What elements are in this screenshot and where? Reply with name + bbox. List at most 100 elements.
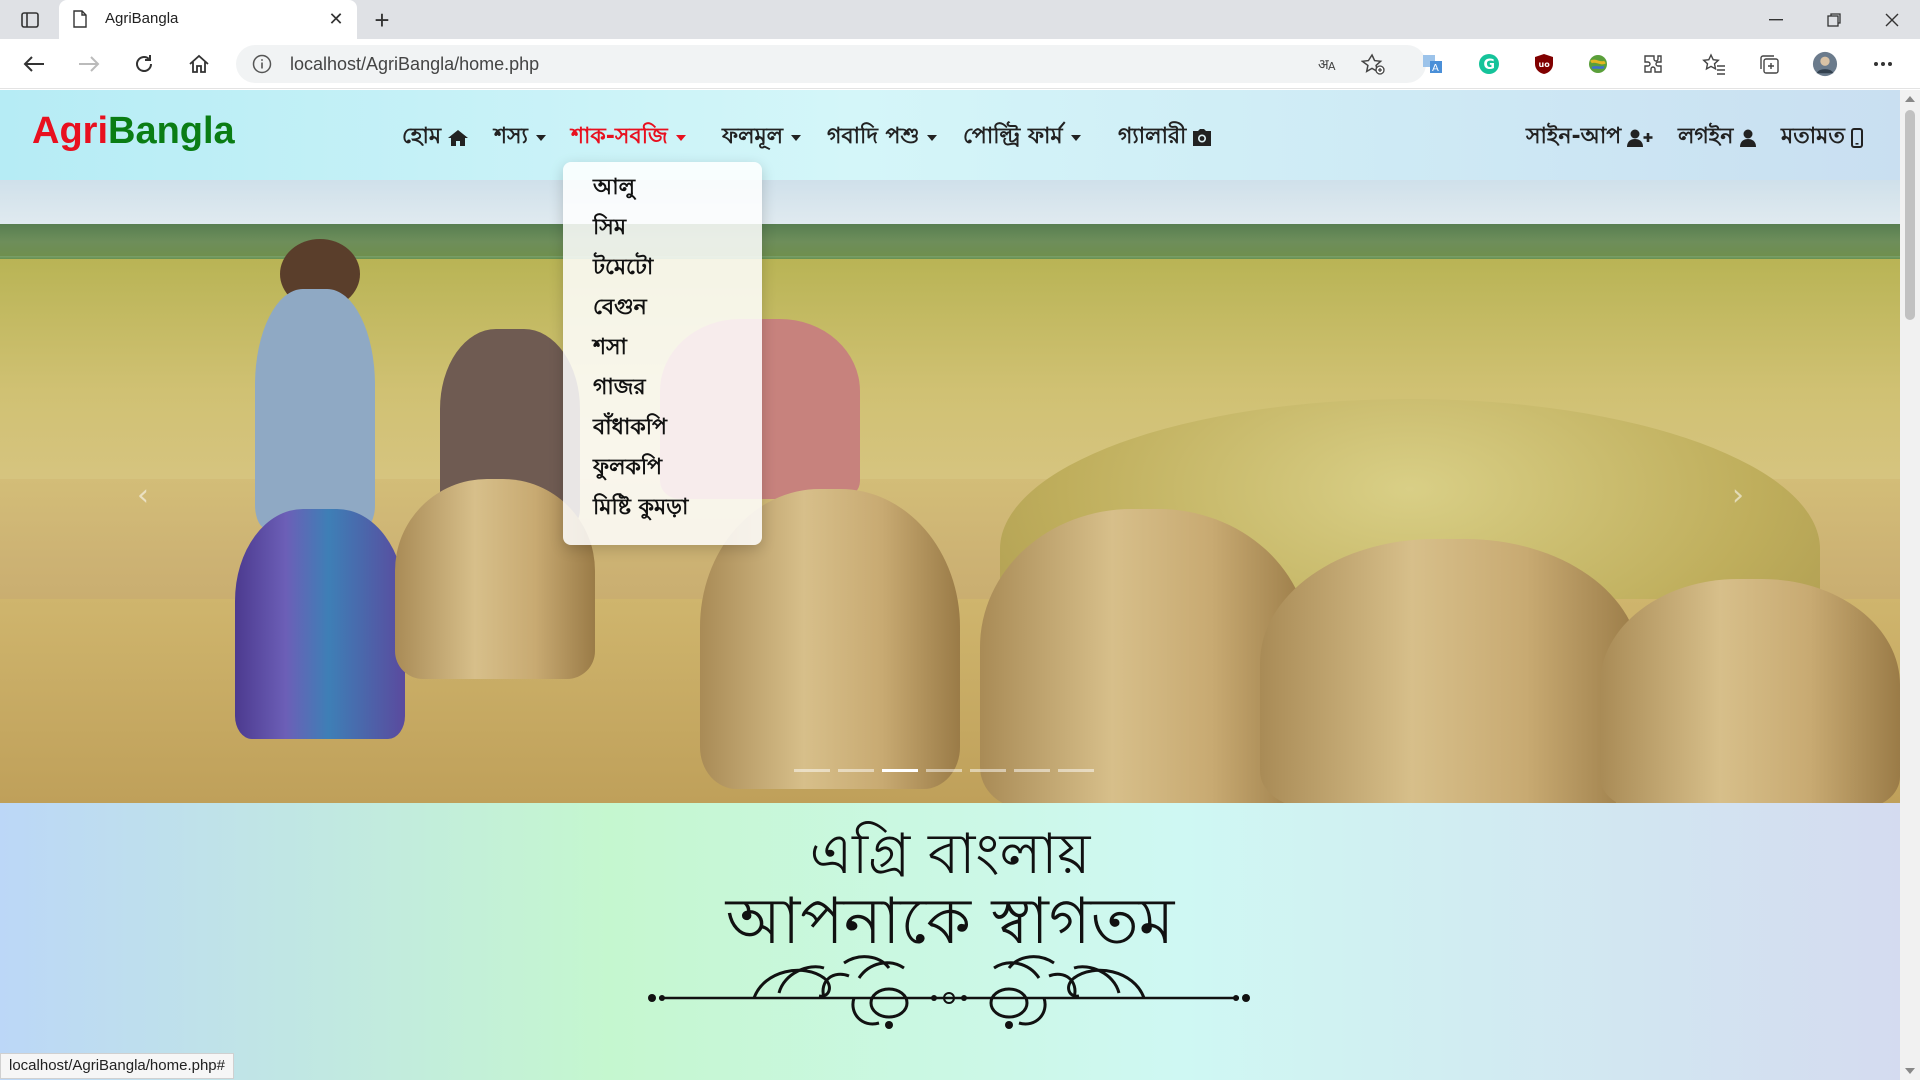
collections-icon[interactable]	[1756, 51, 1782, 77]
new-tab-button[interactable]: +	[368, 5, 396, 35]
nav-poultry[interactable]: পোল্ট্রি ফার্ম	[963, 119, 1081, 156]
user-icon	[1740, 129, 1757, 147]
dropdown-item[interactable]: গাজর	[563, 368, 762, 408]
nav-home[interactable]: হোম	[402, 119, 469, 156]
hero-treeline	[0, 224, 1900, 256]
brand-bangla: Bangla	[108, 110, 235, 152]
svg-text:A: A	[1328, 60, 1336, 73]
nav-vegetables[interactable]: শাক-সবজি	[571, 119, 686, 156]
nav-gallery[interactable]: গ্যালারী	[1118, 119, 1212, 156]
nav-crops-label: শস্য	[494, 124, 528, 149]
hero-sack	[1600, 579, 1900, 803]
scroll-down-icon[interactable]	[1905, 1068, 1915, 1074]
scrollbar-thumb[interactable]	[1905, 110, 1915, 320]
decorative-divider-icon	[648, 955, 1250, 1029]
carousel-indicator[interactable]	[926, 769, 962, 772]
dropdown-item[interactable]: ফুলকপি	[563, 448, 762, 488]
nav-login-label: লগইন	[1678, 124, 1734, 149]
ublock-icon[interactable]: uo	[1531, 51, 1557, 77]
home-icon[interactable]	[185, 50, 213, 78]
dropdown-item[interactable]: বাঁধাকপি	[563, 408, 762, 448]
camera-icon	[1193, 129, 1212, 146]
refresh-icon[interactable]	[130, 50, 158, 78]
mobile-phone-icon	[1850, 127, 1863, 148]
browser-tab[interactable]: AgriBangla ✕	[59, 0, 357, 39]
carousel-indicator[interactable]	[794, 769, 830, 772]
dropdown-item[interactable]: শসা	[563, 328, 762, 368]
translate-icon[interactable]: A	[1420, 51, 1446, 77]
tab-close-icon[interactable]: ✕	[325, 8, 347, 30]
dropdown-item[interactable]: সিম	[563, 208, 762, 248]
carousel-next-icon[interactable]: ›	[1725, 478, 1751, 513]
minimize-icon[interactable]	[1756, 6, 1796, 34]
read-aloud-icon[interactable]: अA	[1316, 53, 1340, 75]
link-status-bar: localhost/AgriBangla/home.php#	[0, 1053, 234, 1079]
nav-home-label: হোম	[402, 124, 442, 149]
chevron-down-icon	[675, 134, 686, 141]
nav-signup-label: সাইন-আপ	[1526, 124, 1622, 149]
svg-text:uo: uo	[1539, 60, 1551, 69]
hero-carousel: ‹ ›	[0, 179, 1900, 803]
carousel-prev-icon[interactable]: ‹	[130, 478, 156, 513]
nav-livestock-label: গবাদি পশু	[827, 124, 920, 149]
nav-vegetables-label: শাক-সবজি	[571, 124, 668, 149]
more-options-icon[interactable]	[1870, 51, 1896, 77]
extension-globe-icon[interactable]	[1585, 51, 1611, 77]
carousel-indicator[interactable]	[838, 769, 874, 772]
site-logo[interactable]: AgriBangla	[32, 110, 235, 153]
chevron-down-icon	[535, 134, 546, 141]
forward-icon[interactable]	[75, 50, 103, 78]
nav-feedback-label: মতামত	[1781, 124, 1845, 149]
browser-tab-bar: AgriBangla ✕ +	[0, 0, 1920, 39]
page-viewport: ‹ › AgriBangla হোম শস্য শাক-সবজি ফলমূল গ…	[0, 90, 1900, 1080]
nav-login[interactable]: লগইন	[1678, 119, 1757, 156]
welcome-section: এগ্রি বাংলায় আপনাকে স্বাগতম	[0, 803, 1900, 1080]
hero-farmer-1-lungi	[235, 509, 405, 739]
carousel-indicator[interactable]	[882, 769, 918, 772]
hero-farmer-1	[255, 289, 375, 529]
carousel-indicator[interactable]	[970, 769, 1006, 772]
svg-text:A: A	[1432, 63, 1439, 74]
nav-feedback[interactable]: মতামত	[1781, 119, 1863, 156]
tab-actions-icon[interactable]	[16, 8, 44, 32]
scroll-up-icon[interactable]	[1905, 96, 1915, 102]
nav-livestock[interactable]: গবাদি পশু	[827, 119, 938, 156]
close-window-icon[interactable]	[1872, 6, 1912, 34]
dropdown-item[interactable]: আলু	[563, 168, 762, 208]
nav-gallery-label: গ্যালারী	[1118, 124, 1187, 149]
url-text[interactable]: localhost/AgriBangla/home.php	[290, 54, 539, 75]
tab-title: AgriBangla	[105, 10, 179, 27]
nav-fruits[interactable]: ফলমূল	[722, 119, 802, 156]
favorite-add-icon[interactable]	[1361, 53, 1385, 75]
site-info-icon[interactable]	[252, 54, 272, 78]
chevron-down-icon	[927, 134, 938, 141]
grammarly-icon[interactable]: G	[1476, 51, 1502, 77]
brand-agri: Agri	[32, 110, 108, 152]
dropdown-item[interactable]: বেগুন	[563, 288, 762, 328]
dropdown-item[interactable]: টমেটো	[563, 248, 762, 288]
address-bar[interactable]: localhost/AgriBangla/home.php अA	[236, 45, 1426, 83]
carousel-indicator[interactable]	[1014, 769, 1050, 772]
house-icon	[448, 129, 469, 146]
nav-poultry-label: পোল্ট্রি ফার্ম	[963, 124, 1063, 149]
svg-text:G: G	[1484, 57, 1496, 73]
user-plus-icon	[1627, 129, 1653, 147]
dropdown-item[interactable]: মিষ্টি কুমড়া	[563, 488, 762, 528]
carousel-indicator[interactable]	[1058, 769, 1094, 772]
chevron-down-icon	[1070, 134, 1081, 141]
carousel-indicators	[794, 769, 1094, 772]
profile-avatar[interactable]	[1812, 51, 1838, 77]
favorites-icon[interactable]	[1701, 51, 1727, 77]
vegetables-dropdown-menu: আলু সিম টমেটো বেগুন শসা গাজর বাঁধাকপি ফুলকপি মিষ…	[563, 162, 762, 545]
site-navbar: AgriBangla হোম শস্য শাক-সবজি ফলমূল গবাদি…	[0, 90, 1900, 180]
nav-crops[interactable]: শস্য	[494, 119, 546, 156]
extensions-icon[interactable]	[1640, 51, 1666, 77]
nav-signup[interactable]: সাইন-আপ	[1526, 119, 1653, 156]
restore-icon[interactable]	[1814, 6, 1854, 34]
chevron-down-icon	[791, 134, 802, 141]
page-icon	[73, 10, 87, 32]
browser-toolbar: localhost/AgriBangla/home.php अA A G uo	[0, 39, 1920, 89]
back-icon[interactable]	[20, 50, 48, 78]
page-scrollbar[interactable]	[1900, 90, 1920, 1080]
hero-sack	[1260, 539, 1640, 803]
